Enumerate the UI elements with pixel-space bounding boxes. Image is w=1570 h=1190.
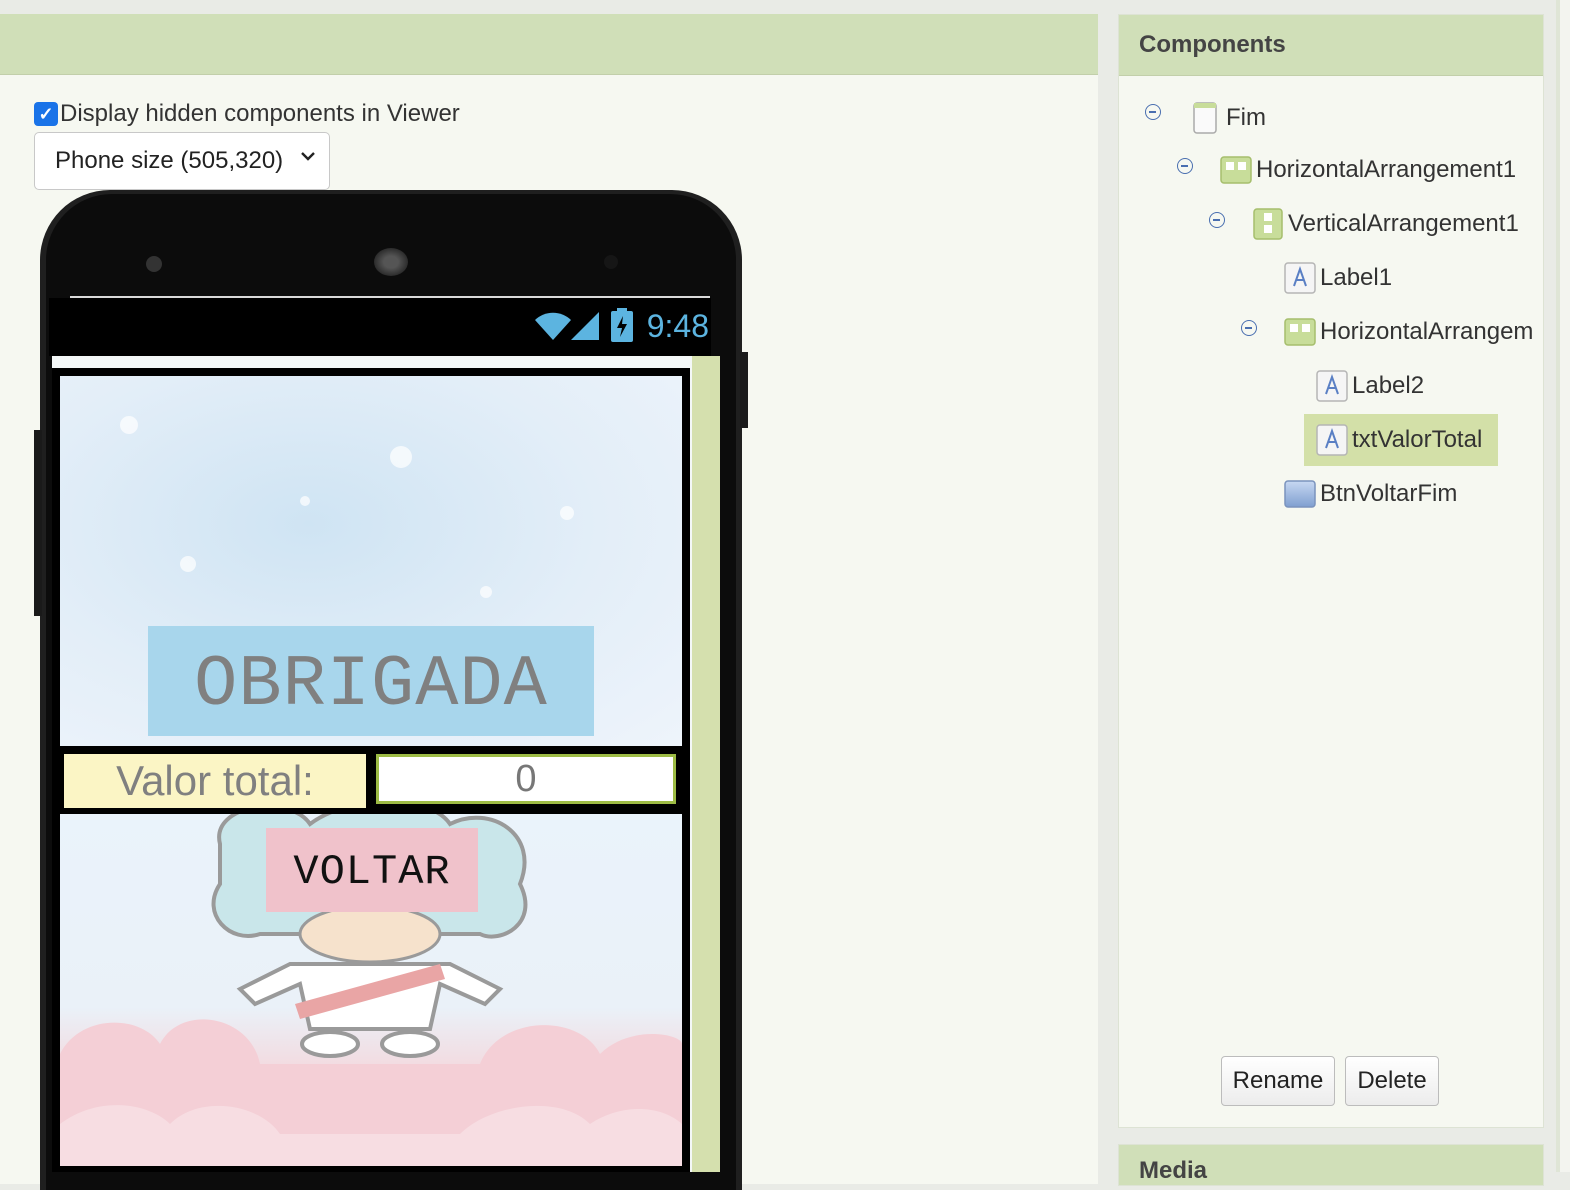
label-icon bbox=[1316, 370, 1348, 402]
display-hidden-toggle[interactable]: ✓ Display hidden components in Viewer bbox=[34, 100, 460, 128]
vertical-arrangement-icon bbox=[1253, 208, 1283, 240]
tree-label: Fim bbox=[1226, 104, 1266, 131]
phone-screen: OBRIGADA Valor total: 0 VOLTAR bbox=[52, 356, 720, 1172]
vertical-arrangement-1: OBRIGADA bbox=[60, 376, 682, 746]
sensor-icon bbox=[604, 255, 618, 269]
tree-item-label-2[interactable]: Label2 bbox=[1316, 366, 1424, 406]
speaker-icon bbox=[374, 248, 408, 276]
display-hidden-label: Display hidden components in Viewer bbox=[60, 100, 460, 127]
label-icon bbox=[1316, 424, 1348, 456]
components-header: Components bbox=[1119, 15, 1543, 76]
sparkle-decoration bbox=[560, 506, 574, 520]
label-2-valor-total: Valor total: bbox=[64, 754, 366, 808]
tree-item-horizontal-arrangement-2[interactable]: HorizontalArrangem bbox=[1284, 312, 1533, 352]
tree-label: HorizontalArrangem bbox=[1320, 318, 1534, 345]
screen-icon bbox=[1193, 102, 1217, 134]
txt-valor-total[interactable]: 0 bbox=[376, 754, 676, 804]
collapse-icon[interactable] bbox=[1177, 158, 1193, 174]
sparkle-decoration bbox=[120, 416, 138, 434]
tree-label: HorizontalArrangement1 bbox=[1256, 156, 1517, 183]
phone-size-select[interactable]: Phone size (505,320) bbox=[34, 132, 330, 190]
rename-button[interactable]: Rename bbox=[1221, 1056, 1335, 1106]
screen-scroll-strip bbox=[692, 356, 720, 1172]
tree-label: txtValorTotal bbox=[1352, 426, 1483, 453]
tree-item-txt-valor-total[interactable]: txtValorTotal bbox=[1316, 420, 1482, 460]
collapse-icon[interactable] bbox=[1145, 104, 1161, 120]
phone-status-bar: 9:48 bbox=[49, 298, 711, 356]
tree-label: Label1 bbox=[1320, 264, 1393, 291]
viewer-header bbox=[0, 14, 1098, 75]
tree-item-btn-voltar-fim[interactable]: BtnVoltarFim bbox=[1284, 474, 1457, 514]
components-title: Components bbox=[1139, 31, 1286, 58]
phone-size-value: Phone size (505,320) bbox=[55, 147, 284, 174]
tree-label: BtnVoltarFim bbox=[1320, 480, 1458, 507]
tree-item-vertical-arrangement-1[interactable]: VerticalArrangement1 bbox=[1252, 204, 1519, 244]
button-icon bbox=[1284, 480, 1316, 508]
tree-label: VerticalArrangement1 bbox=[1288, 210, 1519, 237]
window-scrollbar-edge[interactable] bbox=[1556, 0, 1570, 1172]
sparkle-decoration bbox=[300, 496, 310, 506]
collapse-icon[interactable] bbox=[1241, 320, 1257, 336]
label-icon bbox=[1284, 262, 1316, 294]
collapse-icon[interactable] bbox=[1209, 212, 1225, 228]
sparkle-decoration bbox=[390, 446, 412, 468]
status-clock: 9:48 bbox=[646, 308, 709, 344]
front-camera-icon bbox=[146, 256, 162, 272]
media-title: Media bbox=[1139, 1157, 1208, 1184]
horizontal-arrangement-1: OBRIGADA Valor total: 0 VOLTAR bbox=[52, 368, 690, 1172]
sparkle-decoration bbox=[180, 556, 196, 572]
tree-item-fim[interactable]: Fim bbox=[1190, 98, 1266, 138]
phone-side-button-right bbox=[740, 352, 748, 428]
checkbox-checked-icon[interactable]: ✓ bbox=[34, 102, 58, 126]
horizontal-arrangement-icon bbox=[1284, 318, 1316, 346]
btn-voltar[interactable]: VOLTAR bbox=[266, 828, 478, 912]
tree-item-horizontal-arrangement-1[interactable]: HorizontalArrangement1 bbox=[1220, 150, 1516, 190]
wifi-icon bbox=[535, 312, 571, 340]
phone-side-button-left bbox=[34, 430, 42, 616]
media-panel-header: Media bbox=[1118, 1144, 1544, 1186]
horizontal-arrangement-icon bbox=[1220, 156, 1252, 184]
background-image-pane: VOLTAR bbox=[60, 814, 682, 1166]
cloud-decoration bbox=[60, 1019, 682, 1166]
tree-label: Label2 bbox=[1352, 372, 1425, 399]
sparkle-decoration bbox=[480, 586, 492, 598]
chevron-down-icon bbox=[301, 152, 315, 161]
tree-item-label-1[interactable]: Label1 bbox=[1284, 258, 1392, 298]
delete-button[interactable]: Delete bbox=[1345, 1056, 1439, 1106]
label-1-obrigada: OBRIGADA bbox=[148, 626, 594, 736]
signal-icon bbox=[571, 312, 599, 340]
horizontal-arrangement-2: Valor total: 0 bbox=[64, 754, 680, 808]
battery-icon bbox=[611, 308, 633, 342]
